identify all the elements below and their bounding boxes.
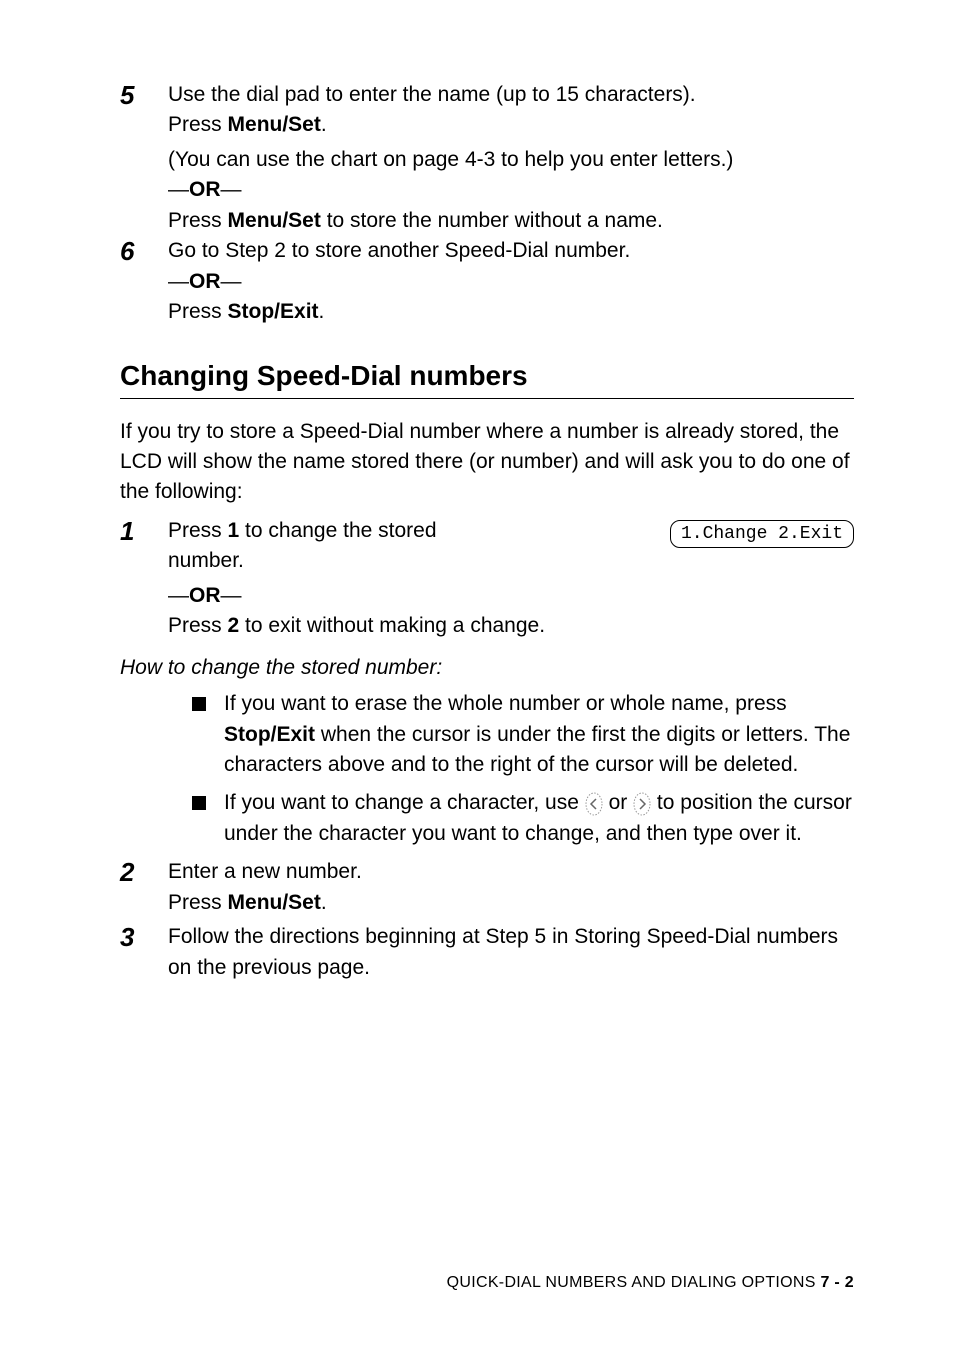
bullet-icon (192, 697, 206, 711)
step-number: 3 (120, 922, 168, 953)
text: to store the number without a name. (321, 209, 663, 232)
page-footer: QUICK-DIAL NUMBERS AND DIALING OPTIONS 7… (447, 1274, 854, 1292)
text: Go to Step 2 to store another Speed-Dial… (168, 239, 630, 262)
bullet-item: If you want to erase the whole number or… (192, 689, 854, 780)
step-6: 6 Go to Step 2 to store another Speed-Di… (120, 236, 854, 327)
nav-right-icon (633, 792, 651, 816)
bullet-icon (192, 796, 206, 810)
text: If you want to change a character, use (224, 791, 585, 814)
intro-paragraph: If you try to store a Speed-Dial number … (120, 417, 854, 508)
step-body: Go to Step 2 to store another Speed-Dial… (168, 236, 630, 327)
lcd-display: 1.Change 2.Exit (670, 520, 854, 548)
step-2: 2 Enter a new number. Press Menu/Set. (120, 857, 854, 918)
bullet-item: If you want to change a character, use o… (192, 788, 854, 849)
text: If you want to erase the whole number or… (224, 692, 787, 715)
text: when the cursor is under the first the d… (224, 723, 850, 776)
step-body: Enter a new number. Press Menu/Set. (168, 857, 362, 918)
text: Use the dial pad to enter the name (up t… (168, 83, 696, 106)
step-5: 5 Use the dial pad to enter the name (up… (120, 80, 854, 141)
text: Press (168, 891, 228, 914)
step-number: 1 (120, 516, 168, 547)
text: or (603, 791, 633, 814)
text: . (319, 300, 325, 323)
key-name: Menu/Set (228, 113, 321, 136)
bullet-text: If you want to change a character, use o… (224, 788, 854, 849)
text: Press (168, 614, 228, 637)
key-name: Menu/Set (228, 209, 321, 232)
or-divider: OR (189, 178, 221, 201)
step-number: 5 (120, 80, 168, 111)
footer-section: QUICK-DIAL NUMBERS AND DIALING OPTIONS (447, 1274, 821, 1291)
or-divider: OR (189, 584, 221, 607)
step-5-continued: (You can use the chart on page 4-3 to he… (168, 145, 854, 236)
step-body: Use the dial pad to enter the name (up t… (168, 80, 696, 141)
step-1: 1 Press 1 to change the stored number. (120, 516, 670, 577)
step-body: Press 1 to change the stored number. (168, 516, 488, 577)
step-number: 2 (120, 857, 168, 888)
text: (You can use the chart on page 4-3 to he… (168, 148, 733, 171)
text: Press (168, 209, 228, 232)
key-name: Stop/Exit (228, 300, 319, 323)
or-divider: OR (189, 270, 221, 293)
section-rule (120, 398, 854, 399)
bullet-text: If you want to erase the whole number or… (224, 689, 854, 780)
text: Press (168, 519, 228, 542)
step-number: 6 (120, 236, 168, 267)
key-name: 2 (228, 614, 240, 637)
page-number: 7 - 2 (820, 1274, 854, 1291)
step-3: 3 Follow the directions beginning at Ste… (120, 922, 854, 983)
text: Follow the directions beginning at Step … (168, 925, 838, 978)
key-name: Stop/Exit (224, 723, 315, 746)
text: Press (168, 113, 228, 136)
text: . (321, 113, 327, 136)
text: to exit without making a change. (239, 614, 545, 637)
text: Enter a new number. (168, 860, 362, 883)
section-heading: Changing Speed-Dial numbers (120, 360, 854, 392)
key-name: 1 (228, 519, 240, 542)
nav-left-icon (585, 792, 603, 816)
step-body: Follow the directions beginning at Step … (168, 922, 854, 983)
howto-subheading: How to change the stored number: (120, 652, 854, 684)
step-1-row: 1 Press 1 to change the stored number. 1… (120, 516, 854, 581)
text: Press (168, 300, 228, 323)
step-1-continued: —OR— Press 2 to exit without making a ch… (168, 581, 854, 642)
text: . (321, 891, 327, 914)
key-name: Menu/Set (228, 891, 321, 914)
